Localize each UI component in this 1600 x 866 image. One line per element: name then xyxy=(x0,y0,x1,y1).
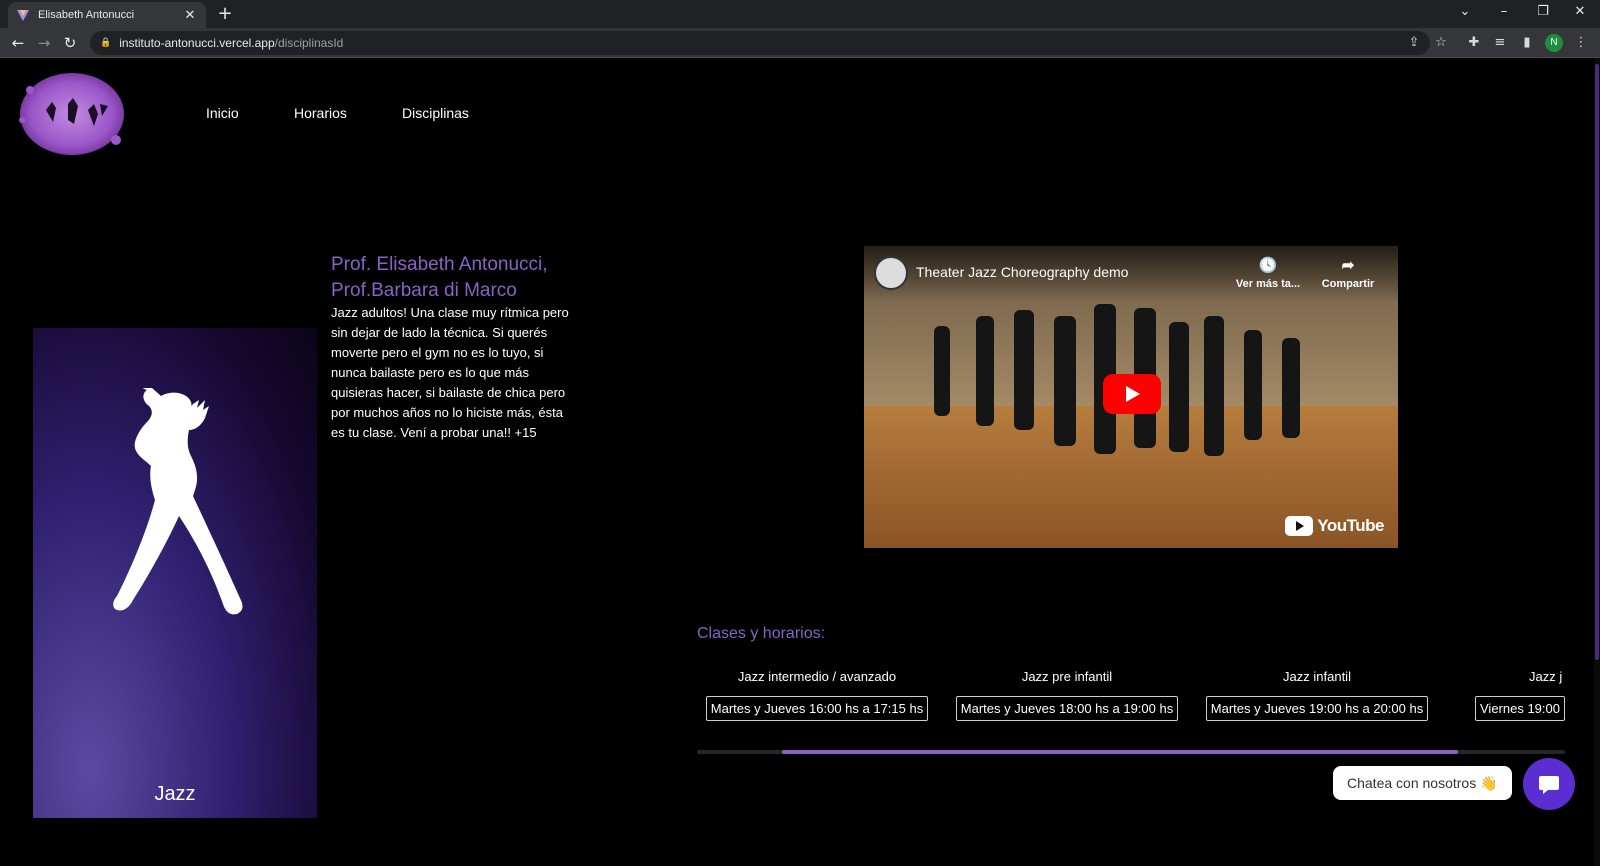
nav-disciplinas[interactable]: Disciplinas xyxy=(402,105,469,121)
schedule-item: Jazz intermedio / avanzado Martes y Juev… xyxy=(697,666,937,721)
browser-toolbar: ← → ↻ 🔒 instituto-antonucci.vercel.app /… xyxy=(0,28,1600,58)
page-scrollbar-thumb[interactable] xyxy=(1595,64,1599,660)
share-arrow-icon: ➦ xyxy=(1341,257,1355,274)
page-scrollbar[interactable] xyxy=(1594,58,1600,866)
chat-prompt[interactable]: Chatea con nosotros 👋 xyxy=(1333,766,1512,800)
class-name: Jazz infantil xyxy=(1283,669,1351,684)
video-title[interactable]: Theater Jazz Choreography demo xyxy=(916,264,1128,280)
url-path: /disciplinasId xyxy=(274,36,344,50)
schedule-heading: Clases y horarios: xyxy=(697,625,826,642)
tab-search-icon[interactable]: ⌄ xyxy=(1455,4,1475,19)
class-time[interactable]: Martes y Jueves 16:00 hs a 17:15 hs xyxy=(705,696,929,721)
restore-icon[interactable]: ❐ xyxy=(1533,4,1553,19)
class-time[interactable]: Martes y Jueves 18:00 hs a 19:00 hs xyxy=(955,696,1179,721)
share-video-button[interactable]: ➦ Compartir xyxy=(1308,256,1388,290)
schedule-item: Jazz pre infantil Martes y Jueves 18:00 … xyxy=(947,666,1187,721)
clock-icon: 🕓 xyxy=(1258,257,1278,274)
institute-logo[interactable] xyxy=(16,70,128,158)
class-name: Jazz j xyxy=(1529,669,1563,684)
browser-tabbar: Elisabeth Antonucci ✕ + ⌄ – ❐ ✕ xyxy=(0,0,1600,28)
new-tab-button[interactable]: + xyxy=(214,4,236,24)
youtube-video-embed[interactable]: Theater Jazz Choreography demo 🕓 Ver más… xyxy=(864,246,1398,548)
reload-icon[interactable]: ↻ xyxy=(60,33,80,53)
watch-later-label: Ver más ta... xyxy=(1235,278,1301,290)
schedule-item: Jazz infantil Martes y Jueves 19:00 hs a… xyxy=(1197,666,1437,721)
class-time[interactable]: Martes y Jueves 19:00 hs a 20:00 hs xyxy=(1205,696,1429,721)
arrow-left-icon[interactable]: ← xyxy=(8,33,28,53)
triangle-logo-icon xyxy=(17,10,29,21)
address-bar[interactable]: 🔒 instituto-antonucci.vercel.app /discip… xyxy=(90,31,1430,55)
close-window-icon[interactable]: ✕ xyxy=(1570,4,1590,19)
class-name: Jazz pre infantil xyxy=(1021,669,1113,684)
tab-title: Elisabeth Antonucci xyxy=(38,9,135,21)
kebab-menu-icon[interactable]: ⋮ xyxy=(1572,34,1590,52)
youtube-logo[interactable]: YouTube xyxy=(1285,516,1384,536)
share-icon[interactable]: ⇪ xyxy=(1405,34,1423,52)
schedule-carousel[interactable]: Jazz intermedio / avanzado Martes y Juev… xyxy=(697,666,1565,746)
chat-button[interactable] xyxy=(1523,758,1575,810)
url-host: instituto-antonucci.vercel.app xyxy=(119,36,275,50)
schedule-scrollbar-thumb[interactable] xyxy=(782,750,1458,754)
discipline-description: Jazz adultos! Una clase muy rítmica pero… xyxy=(331,305,569,440)
watch-later-button[interactable]: 🕓 Ver más ta... xyxy=(1228,256,1308,290)
dancer-silhouette-icon xyxy=(113,388,243,615)
play-icon[interactable] xyxy=(1103,374,1161,414)
schedule-item: Jazz j Viernes 19:00 xyxy=(1475,666,1565,721)
share-label: Compartir xyxy=(1321,278,1375,290)
nav-inicio[interactable]: Inicio xyxy=(206,105,239,121)
puzzle-icon[interactable]: ✚ xyxy=(1465,34,1483,52)
lock-icon: 🔒 xyxy=(100,38,112,48)
page-content: Inicio Horarios Disciplinas Jazz Prof. E… xyxy=(0,58,1600,866)
arrow-right-icon[interactable]: → xyxy=(34,33,54,53)
close-tab-icon[interactable]: ✕ xyxy=(182,8,198,23)
chat-icon xyxy=(1539,776,1559,794)
profile-avatar[interactable]: N xyxy=(1545,34,1563,52)
schedule-scrollbar[interactable] xyxy=(697,750,1565,754)
playlist-icon[interactable]: ≡ xyxy=(1491,34,1509,52)
star-icon[interactable]: ☆ xyxy=(1432,34,1450,52)
class-time[interactable]: Viernes 19:00 xyxy=(1475,696,1565,721)
discipline-card: Jazz xyxy=(33,328,317,818)
browser-tab[interactable]: Elisabeth Antonucci ✕ xyxy=(8,2,206,28)
class-name: Jazz intermedio / avanzado xyxy=(737,669,897,684)
teachers-title: Prof. Elisabeth Antonucci, Prof.Barbara … xyxy=(331,254,548,301)
card-label: Jazz xyxy=(154,783,196,805)
channel-avatar[interactable] xyxy=(874,256,908,290)
youtube-play-icon xyxy=(1285,516,1314,536)
nav-horarios[interactable]: Horarios xyxy=(294,105,347,121)
minimize-icon[interactable]: – xyxy=(1494,4,1514,19)
sidepanel-icon[interactable]: ▮ xyxy=(1518,34,1536,52)
youtube-brand-text: YouTube xyxy=(1317,516,1384,535)
